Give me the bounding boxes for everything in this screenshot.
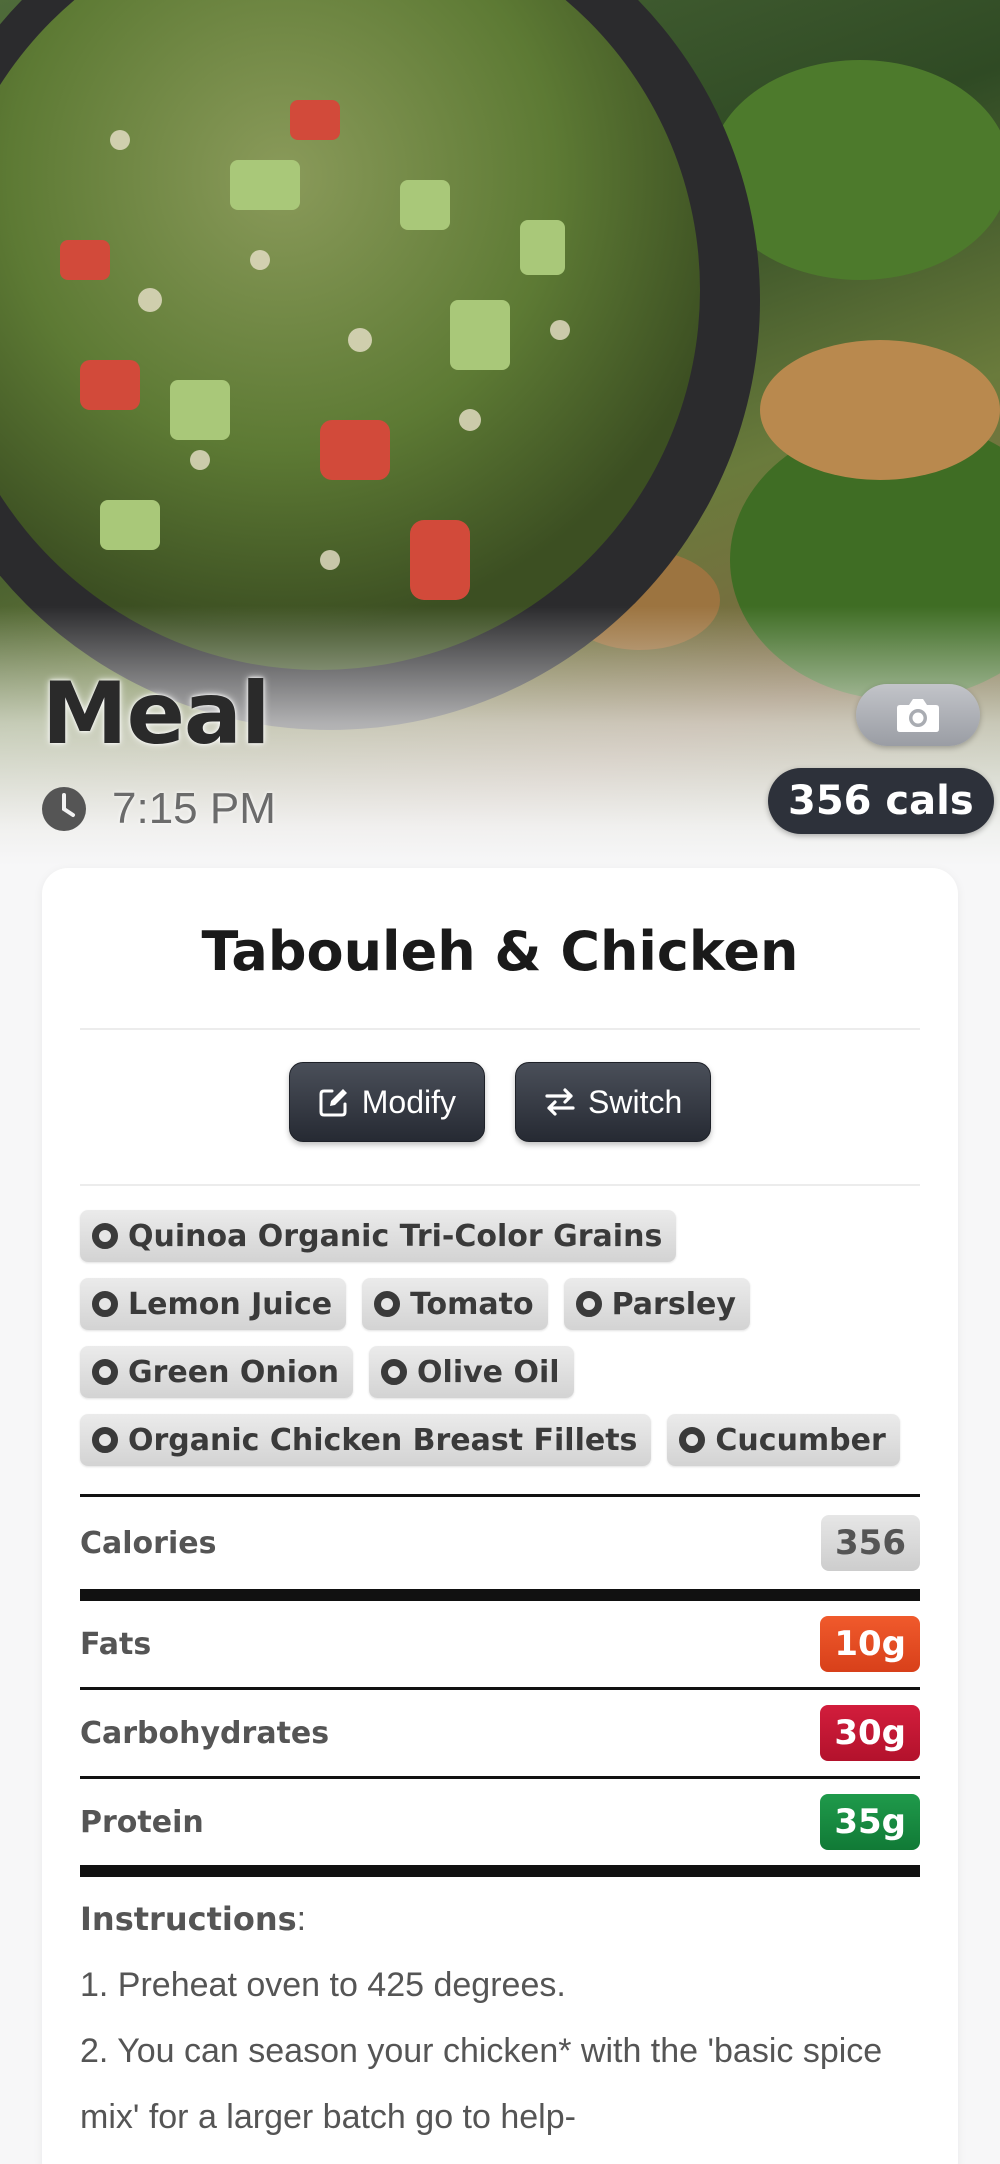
nutrition-rule-thick [80,1589,920,1601]
ingredient-tag[interactable]: Tomato [362,1278,548,1330]
ingredient-name: Lemon Juice [128,1286,333,1322]
nutrition-row-calories: Calories 356 [80,1497,920,1589]
ingredient-tag[interactable]: Olive Oil [369,1346,574,1398]
recipe-title: Tabouleh & Chicken [201,920,799,983]
modify-button[interactable]: Modify [288,1062,485,1142]
ingredient-name: Green Onion [128,1354,340,1390]
ingredient-name: Parsley [611,1286,736,1322]
ingredient-name: Tomato [410,1286,534,1322]
calories-badge: 356 cals [768,768,994,834]
bullet-icon [92,1359,118,1385]
ingredient-tag[interactable]: Lemon Juice [80,1278,347,1330]
bullet-icon [92,1223,118,1249]
recipe-actions: Modify Switch [42,1062,958,1142]
meal-time: 7:15 PM [112,784,276,833]
ingredient-tag[interactable]: Green Onion [80,1346,354,1398]
camera-button[interactable] [856,684,980,746]
switch-button[interactable]: Switch [515,1062,712,1142]
carbs-value: 30g [820,1705,920,1761]
nutrition-row-fats: Fats 10g [80,1601,920,1687]
clock-icon [42,787,86,831]
bullet-icon [575,1291,602,1317]
ingredient-name: Cucumber [715,1422,886,1458]
title-divider [80,1028,920,1030]
ingredient-tag[interactable]: Cucumber [667,1414,900,1466]
ingredient-tag[interactable]: Quinoa Organic Tri-Color Grains [80,1210,677,1262]
nutrition-row-carbs: Carbohydrates 30g [80,1690,920,1776]
meal-type-title: Meal [42,664,270,764]
recipe-card: Tabouleh & Chicken Modify Switch Quinoa … [42,868,958,2164]
meal-time-row: 7:15 PM [40,784,276,834]
fats-value: 10g [820,1616,920,1672]
ingredient-name: Olive Oil [417,1354,560,1390]
camera-icon [897,699,939,732]
ingredient-tags: Quinoa Organic Tri-Color Grains Lemon Ju… [80,1210,930,1466]
ingredient-tag[interactable]: Parsley [563,1278,750,1330]
instruction-step: 2. You can season your chicken* with the… [80,2032,883,2136]
instruction-step: 1. Preheat oven to 425 degrees. [80,1966,566,2004]
nutrition-row-protein: Protein 35g [80,1779,920,1865]
nutrition-facts: Calories 356 Fats 10g Carbohydrates 30g … [80,1494,920,1877]
bullet-icon [92,1291,118,1317]
calories-value: 356 [821,1515,920,1571]
swap-arrows-icon [545,1088,575,1116]
protein-value: 35g [820,1794,920,1850]
instructions-section: Instructions: 1. Preheat oven to 425 deg… [80,1886,930,2150]
actions-divider [80,1184,920,1186]
bullet-icon [679,1427,706,1453]
fats-label: Fats [80,1626,152,1662]
switch-button-label: Switch [588,1083,683,1120]
instructions-heading-row: Instructions: [80,1900,307,1938]
carbs-label: Carbohydrates [80,1715,330,1751]
meal-hero-image: Meal 7:15 PM 356 cals [0,0,1000,866]
ingredient-tag[interactable]: Organic Chicken Breast Fillets [80,1414,652,1466]
nutrition-rule-thick [80,1865,920,1877]
instructions-heading: Instructions [80,1900,297,1938]
protein-label: Protein [80,1804,204,1840]
edit-icon [319,1089,347,1117]
ingredient-name: Organic Chicken Breast Fillets [128,1422,638,1458]
bullet-icon [381,1359,408,1385]
modify-button-label: Modify [361,1083,456,1120]
bullet-icon [92,1427,118,1453]
calories-label: Calories [80,1525,217,1561]
ingredient-name: Quinoa Organic Tri-Color Grains [128,1218,663,1254]
bullet-icon [374,1291,401,1317]
